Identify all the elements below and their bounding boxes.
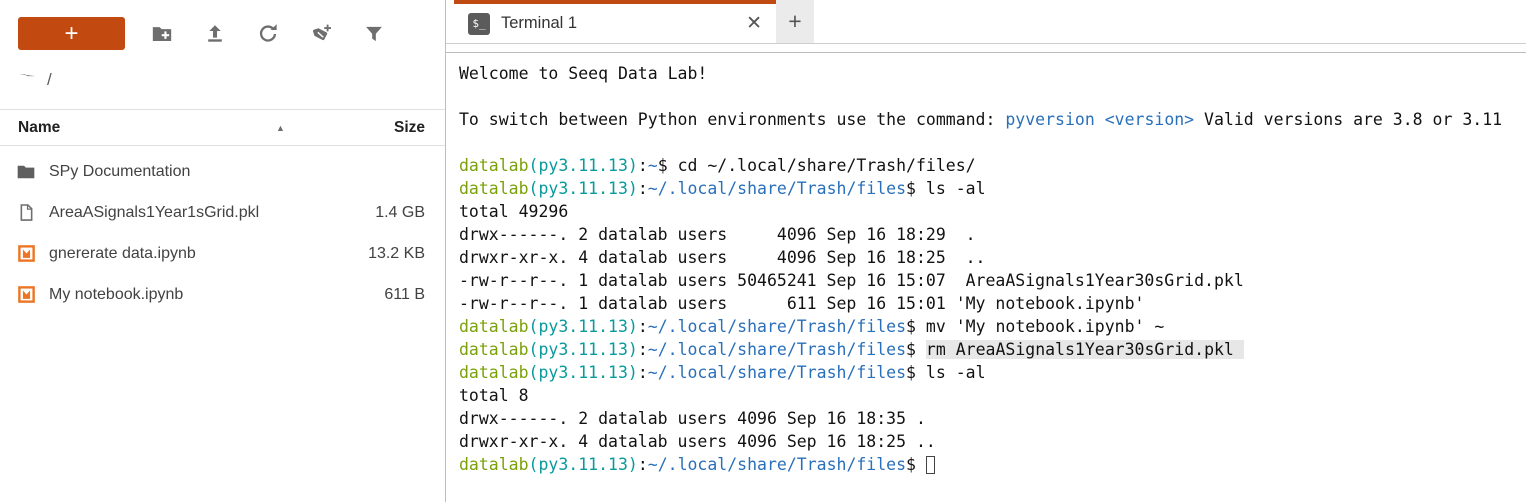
home-folder-icon[interactable]: [18, 70, 37, 89]
terminal-line: datalab(py3.11.13):~/.local/share/Trash/…: [459, 177, 1526, 200]
new-folder-icon[interactable]: [150, 22, 174, 46]
file-row[interactable]: SPy Documentation: [0, 151, 445, 192]
terminal-line: -rw-r--r--. 1 datalab users 611 Sep 16 1…: [459, 292, 1526, 315]
upload-icon[interactable]: [203, 22, 227, 46]
terminal-line: datalab(py3.11.13):~/.local/share/Trash/…: [459, 338, 1526, 361]
tag-plus-icon[interactable]: [309, 22, 333, 46]
terminal-line: total 8: [459, 384, 1526, 407]
file-name: My notebook.ipynb: [49, 286, 384, 304]
column-header-size[interactable]: Size: [394, 119, 425, 137]
breadcrumb-root: /: [47, 70, 52, 90]
file-row[interactable]: gnererate data.ipynb13.2 KB: [0, 233, 445, 274]
tab-title: Terminal 1: [501, 14, 577, 33]
close-tab-icon[interactable]: ✕: [744, 12, 764, 35]
file-name: gnererate data.ipynb: [49, 245, 368, 263]
tab-bar-divider: [446, 44, 1526, 53]
file-size: 1.4 GB: [375, 204, 425, 222]
terminal-line: [459, 131, 1526, 154]
terminal-line: drwx------. 2 datalab users 4096 Sep 16 …: [459, 407, 1526, 430]
terminal-line: drwxr-xr-x. 4 datalab users 4096 Sep 16 …: [459, 430, 1526, 453]
file-row[interactable]: AreaASignals1Year1sGrid.pkl1.4 GB: [0, 192, 445, 233]
file-list: SPy Documentation AreaASignals1Year1sGrid…: [0, 146, 445, 502]
column-header-name[interactable]: Name: [18, 119, 276, 137]
file-icon: [16, 203, 36, 223]
terminal-line: drwx------. 2 datalab users 4096 Sep 16 …: [459, 223, 1526, 246]
terminal-line: Welcome to Seeq Data Lab!: [459, 62, 1526, 85]
terminal-line: datalab(py3.11.13):~/.local/share/Trash/…: [459, 315, 1526, 338]
terminal-line: datalab(py3.11.13):~/.local/share/Trash/…: [459, 361, 1526, 384]
terminal-panel: $_ Terminal 1 ✕ + Welcome to Seeq Data L…: [446, 0, 1526, 502]
tab-terminal-1[interactable]: $_ Terminal 1 ✕: [454, 0, 776, 43]
folder-icon: [16, 162, 36, 182]
terminal-output[interactable]: Welcome to Seeq Data Lab! To switch betw…: [446, 53, 1526, 502]
notebook-icon: [16, 285, 36, 305]
breadcrumb[interactable]: /: [0, 50, 445, 110]
terminal-line: To switch between Python environments us…: [459, 108, 1526, 131]
filter-icon[interactable]: [362, 22, 386, 46]
new-tab-button[interactable]: +: [776, 0, 814, 43]
file-list-header[interactable]: Name ▲ Size: [0, 110, 445, 146]
terminal-line: datalab(py3.11.13):~/.local/share/Trash/…: [459, 453, 1526, 476]
terminal-line: -rw-r--r--. 1 datalab users 50465241 Sep…: [459, 269, 1526, 292]
terminal-line: total 49296: [459, 200, 1526, 223]
toolbar-icons: [125, 22, 386, 46]
terminal-line: [459, 85, 1526, 108]
terminal-line: drwxr-xr-x. 4 datalab users 4096 Sep 16 …: [459, 246, 1526, 269]
file-name: AreaASignals1Year1sGrid.pkl: [49, 204, 375, 222]
terminal-cursor: [926, 456, 935, 474]
file-size: 611 B: [384, 286, 425, 304]
file-browser-panel: + / Name ▲ Size SPy Documentation AreaASi…: [0, 0, 446, 502]
terminal-line: datalab(py3.11.13):~$ cd ~/.local/share/…: [459, 154, 1526, 177]
terminal-tab-bar: $_ Terminal 1 ✕ +: [446, 0, 1526, 44]
refresh-icon[interactable]: [256, 22, 280, 46]
sort-ascending-icon[interactable]: ▲: [276, 123, 285, 133]
new-launcher-button[interactable]: +: [18, 17, 125, 50]
terminal-icon: $_: [468, 13, 490, 35]
file-row[interactable]: My notebook.ipynb611 B: [0, 274, 445, 315]
notebook-icon: [16, 244, 36, 264]
file-name: SPy Documentation: [49, 163, 425, 181]
file-browser-toolbar: +: [0, 0, 445, 50]
file-size: 13.2 KB: [368, 245, 425, 263]
